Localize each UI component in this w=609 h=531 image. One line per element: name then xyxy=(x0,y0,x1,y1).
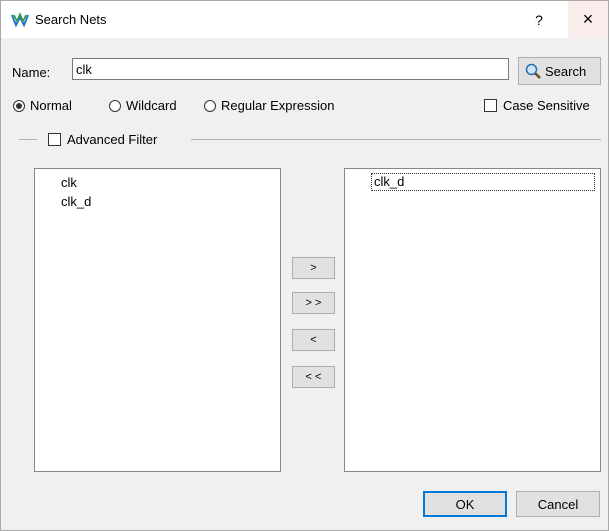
radio-normal[interactable]: Normal xyxy=(13,98,72,113)
app-logo-icon xyxy=(11,12,29,28)
divider xyxy=(19,139,37,140)
close-button[interactable]: × xyxy=(568,1,608,38)
remove-button[interactable]: < xyxy=(292,329,335,351)
window-title: Search Nets xyxy=(35,12,107,27)
list-item[interactable]: clk_d xyxy=(61,194,91,209)
available-nets-list[interactable]: clk clk_d xyxy=(34,168,281,472)
selected-nets-list[interactable]: clk_d xyxy=(344,168,601,472)
list-item[interactable]: clk_d xyxy=(371,173,595,191)
title-bar: Search Nets ? × xyxy=(1,1,608,38)
advanced-filter-label: Advanced Filter xyxy=(67,132,158,147)
case-sensitive-label: Case Sensitive xyxy=(503,98,590,113)
radio-regex-label: Regular Expression xyxy=(221,98,335,113)
search-nets-dialog: Search Nets ? × Name: Search Normal Wild… xyxy=(0,0,609,531)
radio-regular-expression[interactable]: Regular Expression xyxy=(204,98,334,113)
cancel-button[interactable]: Cancel xyxy=(516,491,600,517)
radio-unselected-icon xyxy=(204,99,216,112)
radio-normal-label: Normal xyxy=(30,98,72,113)
search-icon xyxy=(525,63,541,79)
search-button-label: Search xyxy=(545,63,587,79)
add-button[interactable]: > xyxy=(292,257,335,279)
radio-unselected-icon xyxy=(109,99,121,112)
radio-selected-icon xyxy=(13,99,25,112)
name-label: Name: xyxy=(12,65,51,80)
search-button[interactable]: Search xyxy=(518,57,601,85)
help-button[interactable]: ? xyxy=(521,1,557,38)
radio-wildcard[interactable]: Wildcard xyxy=(109,98,177,113)
advanced-filter-group: Advanced Filter xyxy=(19,132,601,147)
divider xyxy=(191,139,601,140)
add-all-button[interactable]: > > xyxy=(292,292,335,314)
radio-wildcard-label: Wildcard xyxy=(126,98,177,113)
name-input[interactable] xyxy=(72,58,509,80)
case-sensitive-checkbox[interactable]: Case Sensitive xyxy=(484,98,590,113)
remove-all-button[interactable]: < < xyxy=(292,366,335,388)
checkbox-icon xyxy=(484,99,497,112)
advanced-filter-checkbox[interactable]: Advanced Filter xyxy=(48,132,157,147)
ok-button[interactable]: OK xyxy=(423,491,507,517)
list-item[interactable]: clk xyxy=(61,175,77,190)
checkbox-icon xyxy=(48,133,61,146)
